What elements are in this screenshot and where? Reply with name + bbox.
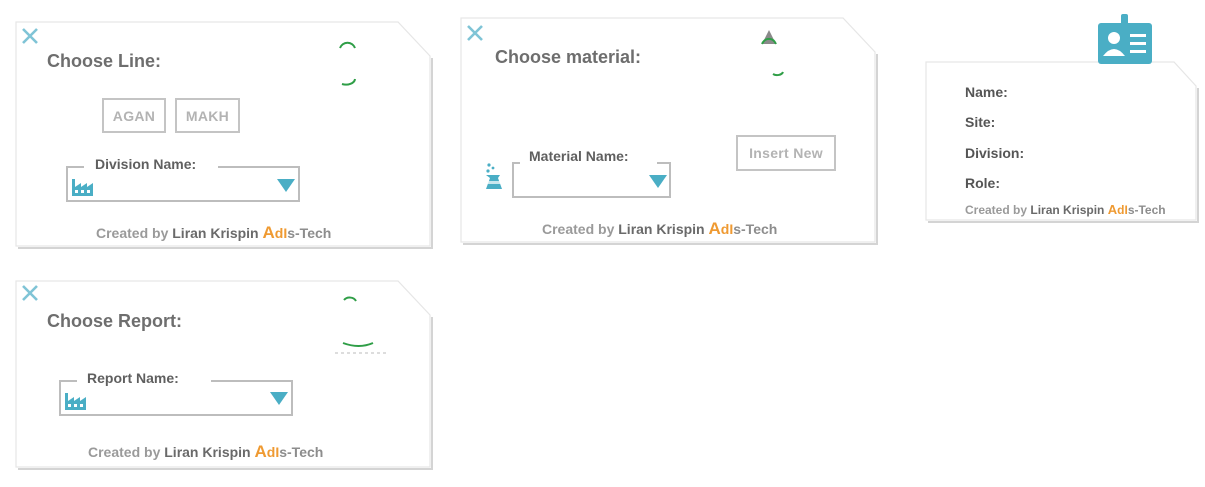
svg-text:.: . xyxy=(320,89,322,94)
company-logo xyxy=(335,296,387,354)
profile-division-label: Division: xyxy=(965,145,1025,161)
brand-letter-a: A xyxy=(262,223,275,242)
id-card-icon xyxy=(1098,14,1152,64)
division-name-label: Division Name: xyxy=(95,156,197,172)
credits-footer: Created by Liran Krispin AdIs-Tech xyxy=(542,219,777,239)
close-icon[interactable] xyxy=(464,22,486,44)
flask-icon xyxy=(486,163,502,189)
close-icon[interactable] xyxy=(19,282,41,304)
card-title: Choose Line: xyxy=(47,51,162,71)
dropdown-arrow-icon[interactable] xyxy=(648,174,668,190)
created-by-text: Created by xyxy=(96,225,169,241)
brand-suffix: s-Tech xyxy=(279,444,324,460)
company-logo xyxy=(761,30,784,77)
profile-site-label: Site: xyxy=(965,114,996,130)
choose-material-card: Choose material: Insert New Material Nam… xyxy=(460,17,878,245)
report-name-label: Report Name: xyxy=(87,370,179,386)
credits-footer: Created by Liran Krispin AdIs-Tech xyxy=(96,223,331,243)
brand-letter-a: A xyxy=(708,219,721,238)
line-button-agan[interactable]: AGAN xyxy=(102,98,166,133)
line-button-makh[interactable]: MAKH xyxy=(175,98,240,133)
card-title: Choose material: xyxy=(495,47,642,67)
author-name: Liran Krispin xyxy=(618,221,705,237)
dropdown-arrow-icon[interactable] xyxy=(276,178,296,194)
credits-footer: Created by Liran Krispin AdIs-Tech xyxy=(965,202,1166,217)
brand-letter-a: A xyxy=(254,442,267,461)
material-name-label: Material Name: xyxy=(529,148,629,164)
brand-suffix: s-Tech xyxy=(1127,203,1166,217)
dropdown-arrow-icon[interactable] xyxy=(269,391,289,407)
company-logo: . xyxy=(320,41,356,94)
profile-name-label: Name: xyxy=(965,84,1008,100)
created-by-text: Created by xyxy=(88,444,161,460)
choose-report-card: Choose Report: Report Name: Created by L… xyxy=(15,280,433,470)
insert-new-button[interactable]: Insert New xyxy=(736,135,836,171)
author-name: Liran Krispin xyxy=(1030,203,1105,217)
created-by-text: Created by xyxy=(965,203,1028,217)
close-icon[interactable] xyxy=(19,25,41,47)
brand-suffix: s-Tech xyxy=(733,221,778,237)
profile-card: Name: Site: Division: Role: Created by L… xyxy=(925,14,1199,223)
card-title: Choose Report: xyxy=(47,311,182,331)
factory-icon xyxy=(72,179,93,196)
author-name: Liran Krispin xyxy=(164,444,251,460)
brand-suffix: s-Tech xyxy=(287,225,332,241)
choose-line-card: Choose Line: . AGAN MAKH Division Name: … xyxy=(15,21,433,249)
profile-role-label: Role: xyxy=(965,175,1000,191)
factory-icon xyxy=(65,393,86,410)
brand-letter-a: A xyxy=(1107,202,1118,217)
author-name: Liran Krispin xyxy=(172,225,259,241)
created-by-text: Created by xyxy=(542,221,615,237)
credits-footer: Created by Liran Krispin AdIs-Tech xyxy=(88,442,323,462)
